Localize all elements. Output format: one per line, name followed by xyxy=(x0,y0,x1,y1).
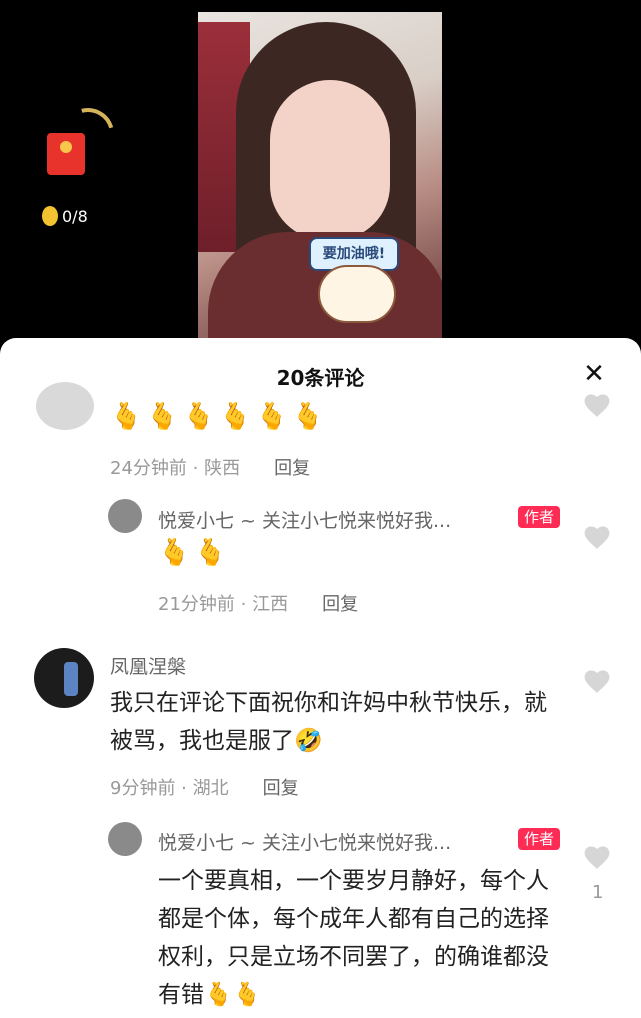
comment-username[interactable]: 凤凰涅槃 xyxy=(110,652,186,679)
like-heart-icon[interactable] xyxy=(582,524,612,550)
comment-sheet: 20条评论 ✕ 🫰🫰🫰🫰🫰🫰 24分钟前 · 陕西 回复 悦爱小七 ~ 关注小七悦… xyxy=(0,338,641,1018)
comment-content: 🫰🫰🫰🫰🫰🫰 xyxy=(110,402,329,432)
red-packet-icon[interactable] xyxy=(47,133,85,175)
comment-content: 我只在评论下面祝你和许妈中秋节快乐，就被骂，我也是服了🤣 xyxy=(110,690,547,754)
comment-content: 🫰🫰 xyxy=(158,538,231,568)
reply-button[interactable]: 回复 xyxy=(263,778,299,799)
reply-button[interactable]: 回复 xyxy=(322,594,358,615)
avatar[interactable] xyxy=(36,382,94,430)
like-heart-icon[interactable] xyxy=(582,668,612,694)
comment-meta: 9分钟前 · 湖北 回复 xyxy=(110,774,299,800)
coin-progress-text: 0/8 xyxy=(62,206,88,226)
avatar[interactable] xyxy=(108,499,142,533)
person-face xyxy=(270,80,390,240)
comment-username[interactable]: 悦爱小七 ~ 关注小七悦来悦好我... xyxy=(158,506,451,533)
author-badge: 作者 xyxy=(518,506,561,528)
coin-icon xyxy=(42,206,58,226)
comment-time-location: 24分钟前 · 陕西 xyxy=(110,458,241,479)
video-frame[interactable]: 要加油哦! xyxy=(198,12,442,350)
like-heart-icon[interactable] xyxy=(582,392,612,418)
author-badge: 作者 xyxy=(518,828,561,850)
comment-content: 一个要真相，一个要岁月静好，每个人都是个体，每个成年人都有自己的选择权利，只是立… xyxy=(158,868,549,1008)
coin-progress: 0/8 xyxy=(42,206,88,226)
video-area[interactable]: 要加油哦! 0/8 xyxy=(0,0,641,350)
like-count: 1 xyxy=(592,882,604,903)
avatar[interactable] xyxy=(34,648,94,708)
comment-time-location: 9分钟前 · 湖北 xyxy=(110,778,229,799)
comment-meta: 24分钟前 · 陕西 回复 xyxy=(110,454,310,480)
avatar[interactable] xyxy=(108,822,142,856)
comment-count-title: 20条评论 xyxy=(276,366,365,390)
comment-time-location: 21分钟前 · 江西 xyxy=(158,594,289,615)
reply-button[interactable]: 回复 xyxy=(274,458,310,479)
close-icon[interactable]: ✕ xyxy=(580,360,608,388)
comment-meta: 21分钟前 · 江西 回复 xyxy=(158,590,358,616)
dog-sticker-icon xyxy=(318,265,396,323)
comment-username[interactable]: 悦爱小七 ~ 关注小七悦来悦好我... xyxy=(158,828,451,855)
like-heart-icon[interactable] xyxy=(582,844,612,870)
